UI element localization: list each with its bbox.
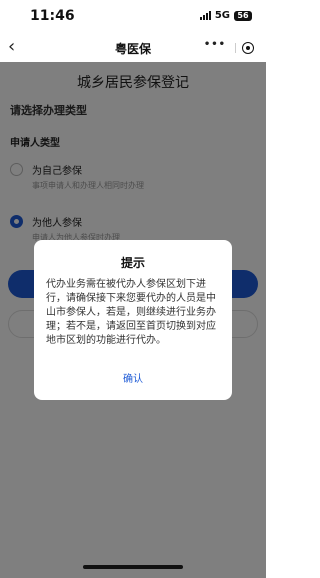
confirm-button[interactable]: 确认 [34,370,232,385]
status-indicators: 5G 56 [199,10,252,21]
status-time: 11:46 [30,8,75,24]
close-miniprogram-icon[interactable] [242,42,254,54]
nav-title: 粤医保 [114,42,151,56]
battery-icon: 56 [234,10,252,21]
tip-dialog: 提示 代办业务需在被代办人参保区划下进行，请确保接下来您要代办的人员是中山市参保… [34,240,232,400]
dialog-message: 代办业务需在被代办人参保区划下进行，请确保接下来您要代办的人员是中山市参保人，若… [46,279,216,346]
nav-divider [235,43,236,53]
status-bar: 11:46 5G 56 [0,0,266,34]
dialog-title: 提示 [120,256,145,270]
network-label: 5G [214,10,230,21]
nav-bar: ‹ 粤医保 ••• [0,34,266,62]
more-icon[interactable]: ••• [204,39,226,50]
home-indicator [83,565,183,569]
signal-icon [199,11,211,20]
